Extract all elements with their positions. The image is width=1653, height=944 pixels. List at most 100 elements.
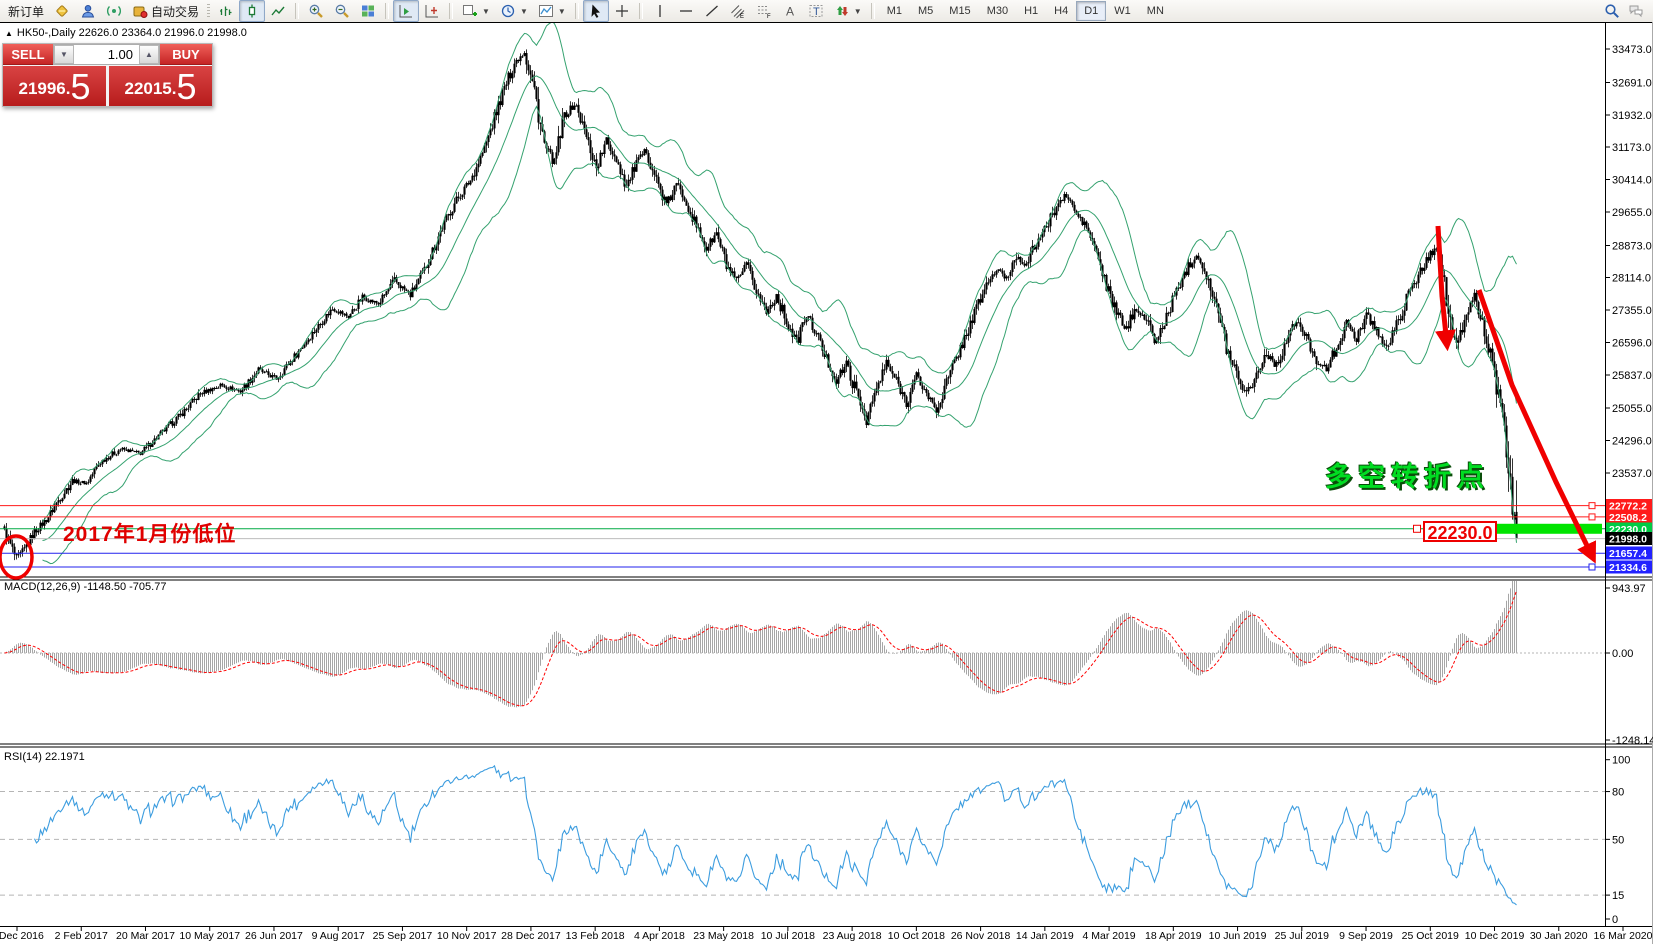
rsi-axis-label: 15 <box>1612 890 1624 902</box>
macd-axis-label: -1248.14 <box>1612 735 1653 747</box>
price-level-tag-text: 22508.2 <box>1609 512 1647 524</box>
candlestick-icon <box>244 3 260 19</box>
timeframe-m1[interactable]: M1 <box>879 1 910 21</box>
date-axis-label: 23 May 2018 <box>693 930 754 942</box>
timeframe-h1[interactable]: H1 <box>1016 1 1046 21</box>
date-axis-label: 2 Feb 2017 <box>55 930 108 942</box>
trendline-tool[interactable] <box>699 0 725 22</box>
green-highlight-bar[interactable] <box>1489 524 1602 534</box>
volume-input[interactable]: 1.00 <box>74 45 139 64</box>
date-axis-label: 23 Aug 2018 <box>823 930 882 942</box>
price-level-tag-text: 21998.0 <box>1609 534 1647 546</box>
price-axis-label: 32691.0 <box>1612 77 1652 89</box>
date-axis-label: 18 Apr 2019 <box>1145 930 1202 942</box>
buy-button[interactable]: BUY <box>160 44 212 65</box>
price-axis-label: 28873.0 <box>1612 240 1652 252</box>
timeframe-d1[interactable]: D1 <box>1076 1 1106 21</box>
crosshair-button[interactable] <box>609 0 635 22</box>
toolbar-separator <box>871 3 875 19</box>
equidistant-channel-tool[interactable]: E <box>725 0 751 22</box>
text-label-tool[interactable]: T <box>803 0 829 22</box>
svg-text:E: E <box>740 14 744 19</box>
periods-button[interactable]: ▼ <box>495 0 533 22</box>
price-axis-label: 29655.0 <box>1612 207 1652 219</box>
timeframe-mn[interactable]: MN <box>1139 1 1172 21</box>
toolbar-separator <box>385 3 389 19</box>
price-axis-label: 23537.0 <box>1612 468 1652 480</box>
timeframe-h4[interactable]: H4 <box>1046 1 1076 21</box>
zoom-out-button[interactable] <box>329 0 355 22</box>
svg-text:F: F <box>767 14 771 19</box>
text-icon: A <box>782 3 798 19</box>
sell-button[interactable]: SELL <box>3 44 53 65</box>
symbol-ohlc-line: ▲ HK50-,Daily 22626.0 23364.0 21996.0 21… <box>5 27 247 39</box>
macd-indicator-label: MACD(12,26,9) -1148.50 -705.77 <box>4 581 166 593</box>
indicators-button[interactable]: ▼ <box>457 0 495 22</box>
date-axis-label: 10 Dec 2019 <box>1465 930 1525 942</box>
price-axis-label: 26596.0 <box>1612 337 1652 349</box>
template-icon <box>538 3 554 19</box>
new-order-button[interactable]: 新订单 <box>3 0 49 22</box>
annotation-2017-low[interactable]: 2017年1月份低位 <box>63 518 236 548</box>
tile-windows-button[interactable] <box>355 0 381 22</box>
sell-price-display[interactable]: 21996.5 <box>3 66 106 106</box>
timeframe-m30[interactable]: M30 <box>979 1 1016 21</box>
date-axis-label: 9 Aug 2017 <box>312 930 365 942</box>
bar-chart-type-button[interactable] <box>213 0 239 22</box>
timeframe-m15[interactable]: M15 <box>941 1 978 21</box>
annotations-group <box>0 226 1593 578</box>
toolbar-separator <box>575 3 579 19</box>
text-tool[interactable]: A <box>777 0 803 22</box>
arrows-tool[interactable]: ▼ <box>829 0 867 22</box>
annotation-turning-point[interactable]: 多空转折点 <box>1325 455 1490 494</box>
strategy-tester-button[interactable] <box>101 0 127 22</box>
level-drag-handle[interactable] <box>1414 525 1421 532</box>
market-watch-button[interactable] <box>49 0 75 22</box>
level-drag-handle[interactable] <box>1589 514 1595 520</box>
volume-decrease-button[interactable]: ▼ <box>54 45 74 64</box>
buy-price-display[interactable]: 22015.5 <box>109 66 212 106</box>
terminal-button[interactable] <box>75 0 101 22</box>
auto-trading-icon <box>132 3 148 19</box>
trendline-icon <box>704 3 720 19</box>
toolbar-separator <box>295 3 299 19</box>
chat-icon[interactable] <box>1628 3 1644 19</box>
one-click-trading-panel: SELL ▼ 1.00 ▲ BUY 21996.5 22015.5 <box>2 43 213 107</box>
date-axis-label: 10 Jun 2019 <box>1209 930 1267 942</box>
zoom-in-button[interactable] <box>303 0 329 22</box>
auto-scroll-button[interactable] <box>393 0 419 22</box>
dropdown-arrow-icon: ▼ <box>558 7 566 16</box>
buy-price-main: 22015. <box>124 74 176 104</box>
auto-trading-label: 自动交易 <box>151 3 199 20</box>
search-icon[interactable] <box>1604 3 1620 19</box>
bollinger-upper-band <box>43 22 1517 521</box>
date-axis-label: 26 Jun 2017 <box>245 930 303 942</box>
date-axis-label: 10 Nov 2017 <box>437 930 497 942</box>
line-chart-type-button[interactable] <box>265 0 291 22</box>
horizontal-line-tool[interactable] <box>673 0 699 22</box>
fibonacci-tool[interactable]: F <box>751 0 777 22</box>
collapse-arrow-icon[interactable]: ▲ <box>5 29 13 38</box>
level-drag-handle[interactable] <box>1589 503 1595 509</box>
chart-shift-button[interactable] <box>419 0 445 22</box>
low-circle-annotation[interactable] <box>0 536 32 578</box>
date-axis-label: 25 Sep 2017 <box>373 930 433 942</box>
price-axis-label: 33473.0 <box>1612 44 1652 56</box>
templates-button[interactable]: ▼ <box>533 0 571 22</box>
cursor-button[interactable] <box>583 0 609 22</box>
buy-price-pip: 5 <box>176 70 196 104</box>
volume-stepper: ▼ 1.00 ▲ <box>53 44 160 65</box>
price-level-tag-text: 21657.4 <box>1609 548 1647 560</box>
annotation-level-label[interactable]: 22230.0 <box>1423 521 1497 542</box>
timeframe-m5[interactable]: M5 <box>910 1 941 21</box>
rsi-axis-label: 80 <box>1612 787 1624 799</box>
symbol-ohlc-text: HK50-,Daily 22626.0 23364.0 21996.0 2199… <box>17 27 247 39</box>
candlestick-type-button[interactable] <box>239 0 265 22</box>
signal-icon <box>106 3 122 19</box>
timeframe-w1[interactable]: W1 <box>1106 1 1139 21</box>
auto-trading-button[interactable]: 自动交易 <box>127 0 204 22</box>
toolbar-grip <box>207 4 210 18</box>
volume-increase-button[interactable]: ▲ <box>139 45 159 64</box>
level-drag-handle[interactable] <box>1589 564 1595 570</box>
vertical-line-tool[interactable] <box>647 0 673 22</box>
